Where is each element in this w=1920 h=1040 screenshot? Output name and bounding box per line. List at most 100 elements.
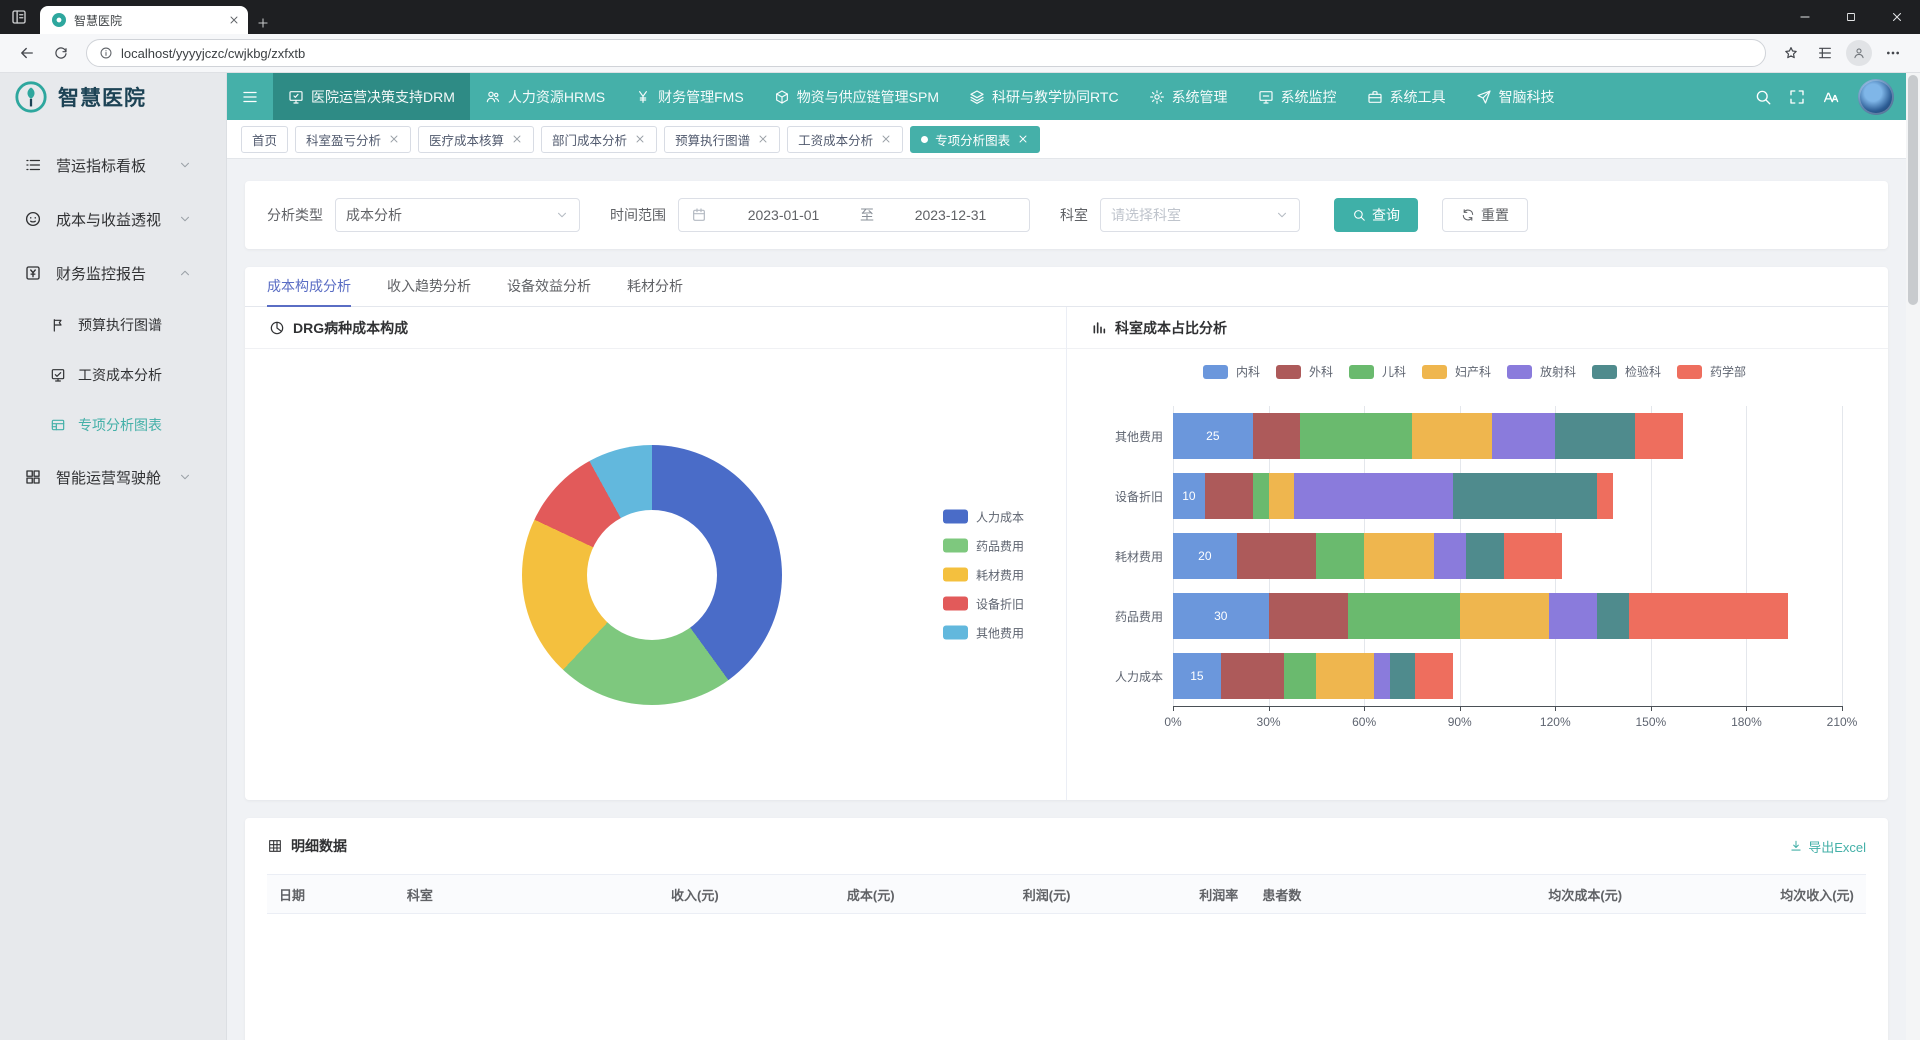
gear-icon bbox=[1149, 89, 1165, 105]
bar-legend-item[interactable]: 内科 bbox=[1203, 363, 1260, 380]
donut-legend-item[interactable]: 人力成本 bbox=[943, 508, 1024, 525]
detail-table-header: 日期科室收入(元)成本(元)利润(元)利润率患者数均次成本(元)均次收入(元) bbox=[267, 874, 1866, 914]
page-tab-5[interactable]: 预算执行图谱 bbox=[664, 126, 780, 153]
send-icon bbox=[1476, 89, 1492, 105]
bar-segment-外科 bbox=[1269, 593, 1349, 639]
window-maximize-button[interactable] bbox=[1828, 0, 1874, 34]
nav-item-8[interactable]: 系统工具 bbox=[1352, 73, 1461, 120]
nav-item-3[interactable]: 财务管理FMS bbox=[620, 73, 759, 120]
scrollbar-thumb[interactable] bbox=[1908, 75, 1918, 305]
page-tab-6[interactable]: 工资成本分析 bbox=[787, 126, 903, 153]
nav-item-5[interactable]: 科研与教学协同RTC bbox=[954, 73, 1134, 120]
chart-tab-2[interactable]: 收入趋势分析 bbox=[387, 267, 471, 307]
browser-tab[interactable]: 智慧医院 bbox=[40, 6, 248, 34]
department-select[interactable]: 请选择科室 bbox=[1100, 198, 1300, 232]
sidebar-item-3[interactable]: 财务监控报告 bbox=[0, 246, 226, 300]
bookmark-star-icon[interactable] bbox=[1776, 38, 1806, 68]
chart-tab-1[interactable]: 成本构成分析 bbox=[267, 267, 351, 307]
sidebar: 智慧医院 营运指标看板成本与收益透视财务监控报告预算执行图谱工资成本分析专项分析… bbox=[0, 73, 227, 1040]
x-tick-label: 180% bbox=[1731, 715, 1762, 729]
bar-segment-检验科 bbox=[1597, 593, 1629, 639]
tab-close-icon[interactable] bbox=[511, 133, 523, 145]
nav-item-9[interactable]: 智脑科技 bbox=[1461, 73, 1570, 120]
collections-icon[interactable] bbox=[1810, 38, 1840, 68]
wallet-icon bbox=[24, 264, 42, 282]
export-excel-button[interactable]: 导出Excel bbox=[1789, 837, 1866, 856]
window-close-button[interactable] bbox=[1874, 0, 1920, 34]
site-info-icon[interactable] bbox=[99, 46, 113, 60]
sidebar-item-5[interactable]: 工资成本分析 bbox=[0, 350, 226, 400]
donut-legend-item[interactable]: 耗材费用 bbox=[943, 566, 1024, 583]
page-tab-2[interactable]: 科室盈亏分析 bbox=[295, 126, 411, 153]
browser-tab-title: 智慧医院 bbox=[74, 12, 228, 29]
tab-close-icon[interactable] bbox=[228, 14, 240, 26]
back-button[interactable] bbox=[12, 38, 42, 68]
tab-close-icon[interactable] bbox=[880, 133, 892, 145]
bar-segment-儿科 bbox=[1300, 413, 1412, 459]
nav-item-1[interactable]: 医院运营决策支持DRM bbox=[273, 73, 470, 120]
bar-legend-item[interactable]: 检验科 bbox=[1592, 363, 1661, 380]
tab-close-icon[interactable] bbox=[634, 133, 646, 145]
chart-tab-3[interactable]: 设备效益分析 bbox=[507, 267, 591, 307]
bar-row: 30 bbox=[1173, 586, 1842, 646]
app-logo[interactable]: 智慧医院 bbox=[0, 73, 226, 120]
x-tick-label: 30% bbox=[1257, 715, 1281, 729]
donut-legend-item[interactable]: 设备折旧 bbox=[943, 595, 1024, 612]
tab-actions-icon[interactable] bbox=[10, 8, 28, 26]
analysis-type-select[interactable]: 成本分析 bbox=[335, 198, 580, 232]
search-icon bbox=[1352, 208, 1366, 222]
bar-legend-item[interactable]: 外科 bbox=[1276, 363, 1333, 380]
donut-chart[interactable] bbox=[522, 445, 782, 705]
tab-close-icon[interactable] bbox=[388, 133, 400, 145]
browser-toolbar: localhost/yyyyjczc/cwjkbg/zxfxtb bbox=[0, 34, 1920, 73]
bar-legend-item[interactable]: 儿科 bbox=[1349, 363, 1406, 380]
donut-legend-item[interactable]: 其他费用 bbox=[943, 624, 1024, 641]
page-tab-3[interactable]: 医疗成本核算 bbox=[418, 126, 534, 153]
date-range-picker[interactable]: 2023-01-01 至 2023-12-31 bbox=[678, 198, 1030, 232]
sidebar-item-1[interactable]: 营运指标看板 bbox=[0, 138, 226, 192]
nav-item-2[interactable]: 人力资源HRMS bbox=[470, 73, 620, 120]
page-tab-4[interactable]: 部门成本分析 bbox=[541, 126, 657, 153]
bar-legend-item[interactable]: 药学部 bbox=[1677, 363, 1746, 380]
page-tab-1[interactable]: 首页 bbox=[241, 126, 288, 153]
browser-profile-avatar[interactable] bbox=[1846, 40, 1872, 66]
reload-button[interactable] bbox=[46, 38, 76, 68]
chart-tab-4[interactable]: 耗材分析 bbox=[627, 267, 683, 307]
browser-menu-icon[interactable] bbox=[1878, 38, 1908, 68]
user-avatar[interactable] bbox=[1858, 79, 1894, 115]
address-bar[interactable]: localhost/yyyyjczc/cwjkbg/zxfxtb bbox=[86, 39, 1766, 67]
sidebar-item-7[interactable]: 智能运营驾驶舱 bbox=[0, 450, 226, 504]
collapse-menu-button[interactable] bbox=[227, 73, 273, 120]
bar-row: 10 bbox=[1173, 466, 1842, 526]
bar-legend-item[interactable]: 妇产科 bbox=[1422, 363, 1491, 380]
fullscreen-icon[interactable] bbox=[1780, 80, 1814, 114]
date-end-value[interactable]: 2023-12-31 bbox=[884, 207, 1017, 223]
tab-close-icon[interactable] bbox=[1017, 133, 1029, 145]
charts-panel: 成本构成分析收入趋势分析设备效益分析耗材分析 DRG病种成本构成 人力成本药品费… bbox=[245, 267, 1888, 800]
sidebar-item-2[interactable]: 成本与收益透视 bbox=[0, 192, 226, 246]
window-minimize-button[interactable] bbox=[1782, 0, 1828, 34]
nav-item-4[interactable]: 物资与供应链管理SPM bbox=[759, 73, 954, 120]
sidebar-item-4[interactable]: 预算执行图谱 bbox=[0, 300, 226, 350]
tab-close-icon[interactable] bbox=[757, 133, 769, 145]
users-icon bbox=[485, 89, 501, 105]
page-tab-7[interactable]: 专项分析图表 bbox=[910, 126, 1040, 153]
legend-swatch bbox=[1276, 365, 1301, 379]
reset-button[interactable]: 重置 bbox=[1442, 198, 1528, 232]
bar-segment-内科: 10 bbox=[1173, 473, 1205, 519]
nav-item-6[interactable]: 系统管理 bbox=[1134, 73, 1243, 120]
nav-item-7[interactable]: 系统监控 bbox=[1243, 73, 1352, 120]
donut-legend-item[interactable]: 药品费用 bbox=[943, 537, 1024, 554]
active-tab-dot bbox=[921, 136, 928, 143]
date-start-value[interactable]: 2023-01-01 bbox=[717, 207, 850, 223]
new-tab-button[interactable] bbox=[256, 16, 270, 30]
font-size-icon[interactable] bbox=[1814, 80, 1848, 114]
global-search-icon[interactable] bbox=[1746, 80, 1780, 114]
legend-swatch bbox=[1349, 365, 1374, 379]
bar-chart[interactable]: 2510203015 bbox=[1173, 406, 1842, 707]
legend-swatch bbox=[1507, 365, 1532, 379]
sidebar-item-6[interactable]: 专项分析图表 bbox=[0, 400, 226, 450]
bar-legend-item[interactable]: 放射科 bbox=[1507, 363, 1576, 380]
list-icon bbox=[24, 156, 42, 174]
search-button[interactable]: 查询 bbox=[1334, 198, 1418, 232]
